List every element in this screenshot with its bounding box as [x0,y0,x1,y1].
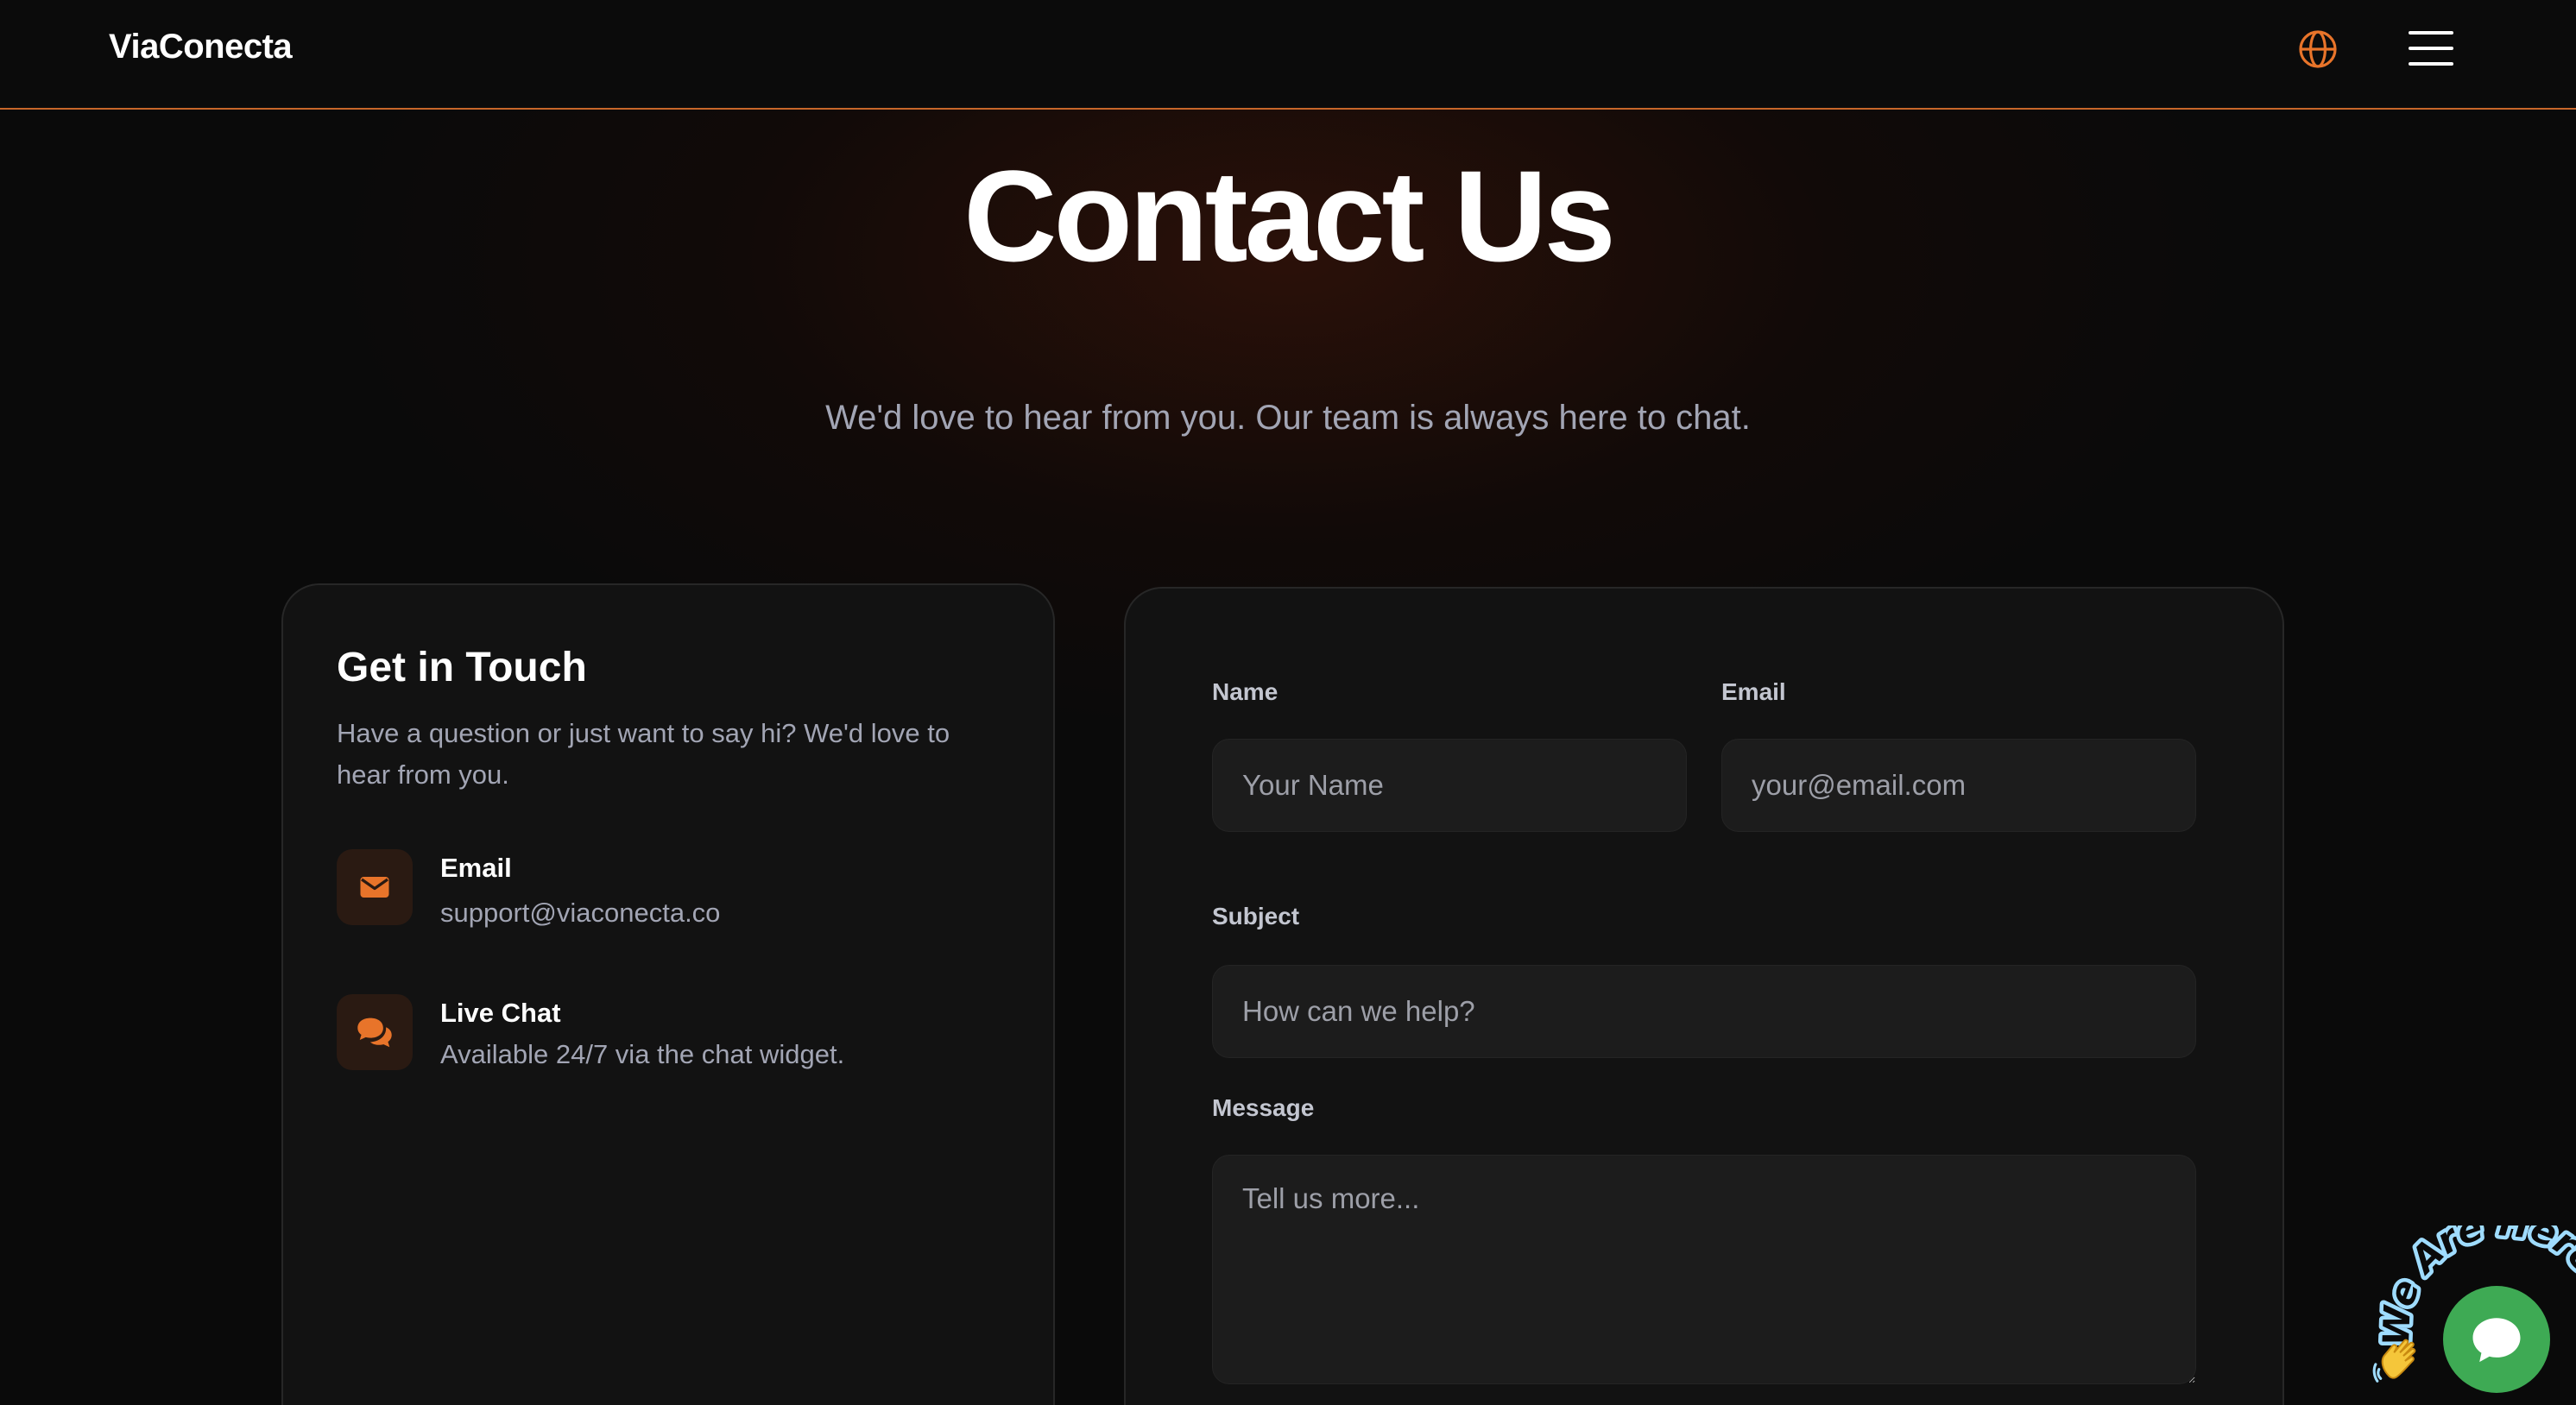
waving-hand-icon [2372,1339,2416,1383]
contact-form-card: Name Email Subject Message [1124,587,2284,1405]
chat-bubble-icon [2472,1318,2521,1363]
card-description: Have a question or just want to say hi? … [337,718,950,790]
contact-page: ViaConecta Contact Us We'd love to hear … [0,0,2576,1405]
hamburger-menu-icon[interactable] [2409,29,2453,67]
name-label: Name [1212,678,1279,705]
brand-logo[interactable]: ViaConecta [109,28,293,66]
message-label: Message [1212,1094,1315,1121]
card-title: Get in Touch [337,645,587,690]
chat-bubble-button[interactable] [2443,1286,2550,1393]
page-title: Contact Us [963,143,1616,288]
language-button[interactable] [2296,28,2339,71]
contact-item-title: Live Chat [440,998,561,1028]
contact-email-link[interactable]: support@viaconecta.co [440,898,720,929]
globe-icon [2299,30,2337,68]
subject-label: Subject [1212,903,1300,929]
email-input[interactable] [1721,739,2196,832]
get-in-touch-card: Get in Touch Have a question or just wan… [281,583,1055,1405]
contact-item-value: Available 24/7 via the chat widget. [440,1039,845,1069]
chat-bubbles-icon [337,994,413,1070]
message-textarea[interactable] [1212,1155,2196,1384]
subject-input[interactable] [1212,965,2196,1058]
email-label: Email [1721,678,1786,705]
page-subtitle: We'd love to hear from you. Our team is … [825,399,1751,437]
envelope-icon [337,849,413,925]
top-navbar: ViaConecta [0,0,2576,110]
name-input[interactable] [1212,739,1687,832]
chat-widget[interactable]: We Are Here! [2365,1225,2576,1405]
contact-item-title: Email [440,853,512,883]
